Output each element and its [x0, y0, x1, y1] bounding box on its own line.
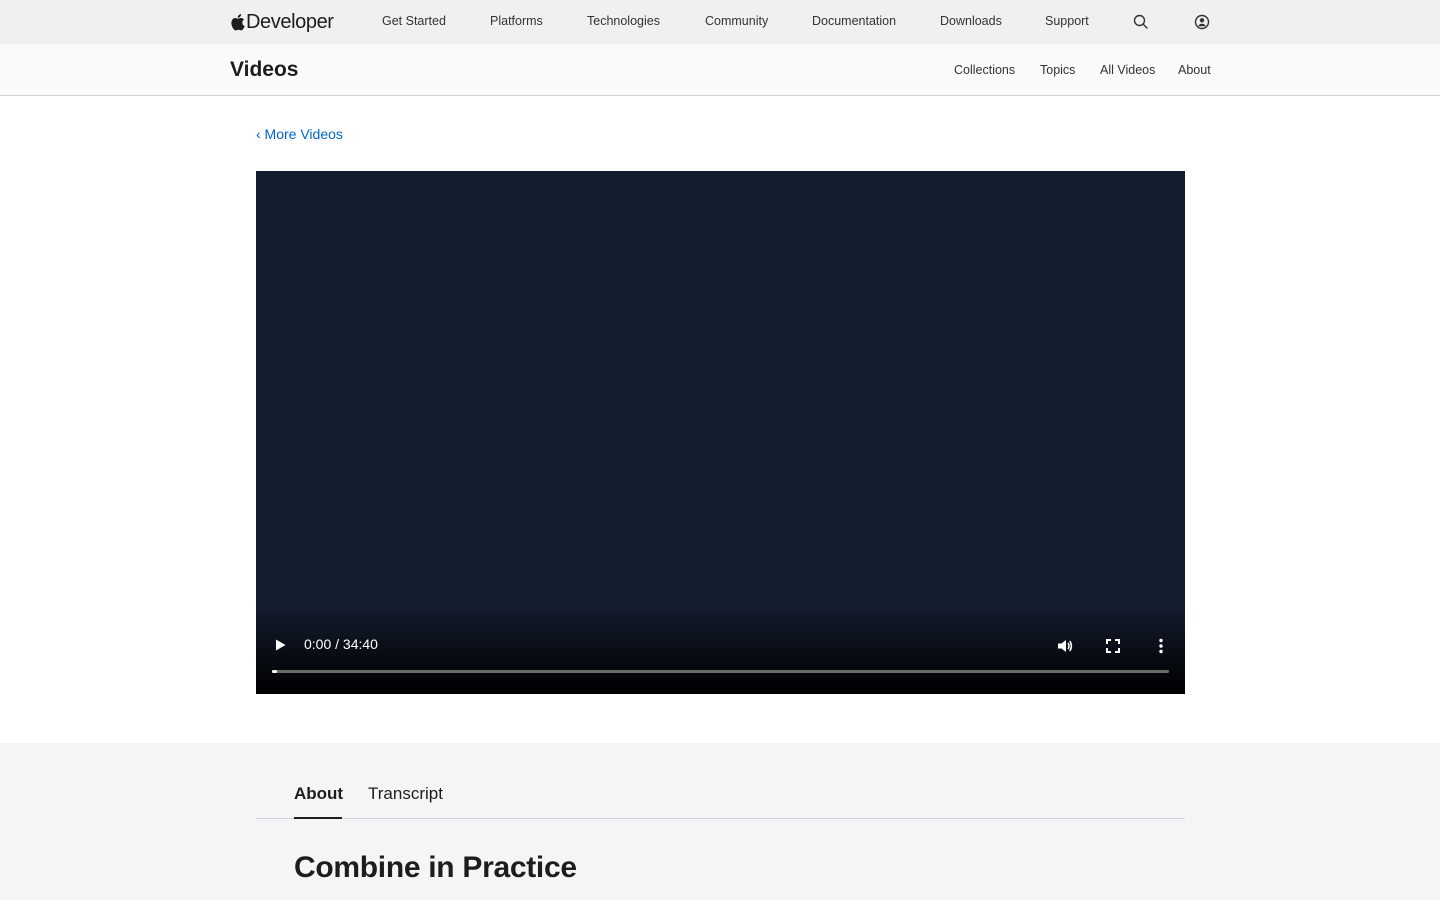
global-nav: Developer Get Started Platforms Technolo… — [0, 0, 1440, 44]
local-nav: Videos Collections Topics All Videos Abo… — [0, 44, 1440, 96]
tab-transcript[interactable]: Transcript — [368, 784, 443, 804]
nav-item-platforms[interactable]: Platforms — [490, 14, 543, 28]
video-player[interactable]: 0:00 / 34:40 — [256, 171, 1185, 694]
brand-text: Developer — [246, 10, 334, 33]
volume-icon[interactable] — [1055, 636, 1075, 661]
local-nav-all-videos[interactable]: All Videos — [1100, 63, 1155, 77]
nav-item-technologies[interactable]: Technologies — [587, 14, 660, 28]
more-options-icon[interactable] — [1151, 636, 1171, 661]
apple-logo-icon — [230, 13, 245, 31]
developer-home-link[interactable]: Developer — [230, 10, 334, 34]
local-nav-about[interactable]: About — [1178, 63, 1211, 77]
details-tabs: About Transcript — [256, 743, 1185, 819]
time-display: 0:00 / 34:40 — [304, 636, 378, 652]
local-nav-topics[interactable]: Topics — [1040, 63, 1075, 77]
more-videos-link[interactable]: ‹ More Videos — [256, 126, 343, 142]
progress-bar[interactable] — [272, 670, 1169, 673]
active-tab-indicator — [294, 817, 342, 819]
controls-gradient — [256, 604, 1185, 694]
play-icon[interactable] — [272, 636, 288, 659]
video-details: About Transcript Combine in Practice — [0, 743, 1440, 900]
search-icon[interactable] — [1132, 13, 1150, 31]
fullscreen-icon[interactable] — [1103, 636, 1123, 661]
local-nav-collections[interactable]: Collections — [954, 63, 1015, 77]
nav-item-support[interactable]: Support — [1045, 14, 1089, 28]
nav-item-community[interactable]: Community — [705, 14, 768, 28]
progress-fill — [272, 670, 278, 673]
tab-about[interactable]: About — [294, 784, 343, 804]
section-title[interactable]: Videos — [230, 58, 298, 82]
account-icon[interactable] — [1193, 13, 1211, 31]
nav-item-downloads[interactable]: Downloads — [940, 14, 1002, 28]
nav-item-get-started[interactable]: Get Started — [382, 14, 446, 28]
nav-item-documentation[interactable]: Documentation — [812, 14, 896, 28]
session-title: Combine in Practice — [294, 851, 577, 884]
